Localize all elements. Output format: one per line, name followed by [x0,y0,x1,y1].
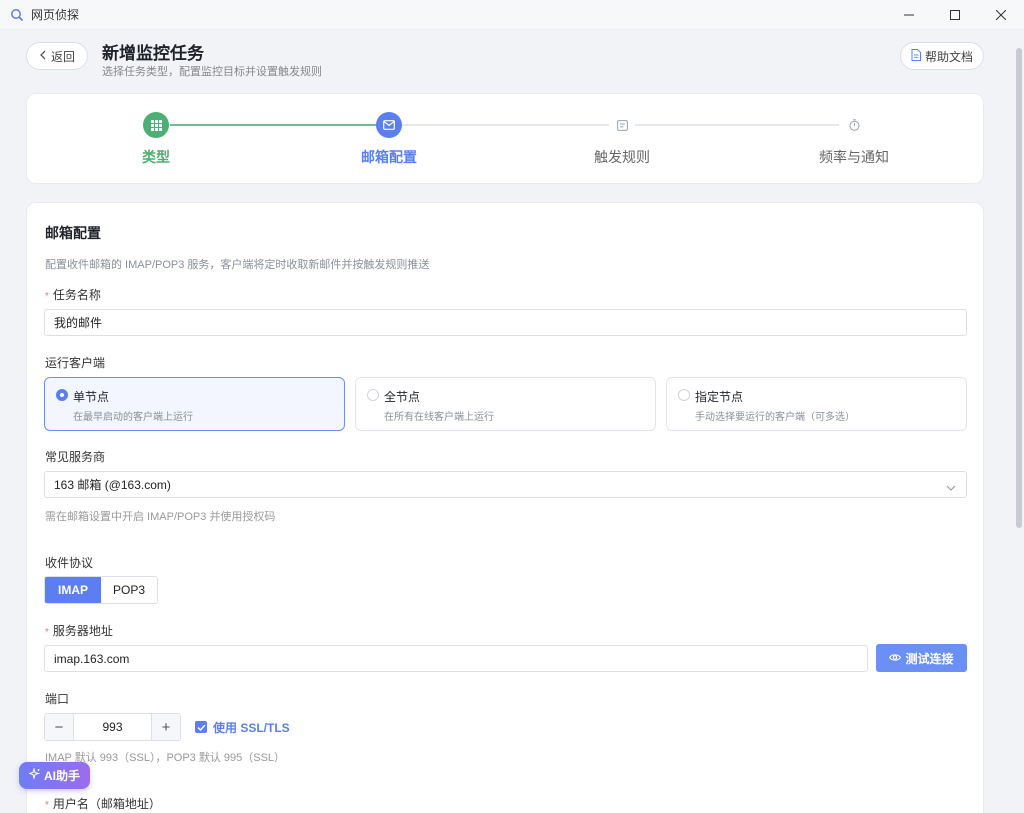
client-option-specified[interactable]: 指定节点 手动选择要运行的客户端（可多选） [666,377,967,431]
step-4-label[interactable]: 频率与通知 [819,147,889,167]
provider-value: 163 邮箱 (@163.com) [54,478,171,492]
app-logo-icon [10,8,24,22]
client-option-desc: 在最早启动的客户端上运行 [73,412,193,423]
provider-label: 常见服务商 [45,450,106,464]
client-label: 运行客户端 [45,356,106,370]
radio-unselected-icon [678,389,690,401]
mail-config-form: 邮箱配置 配置收件邮箱的 IMAP/POP3 服务，客户端将定时收取新邮件并按触… [26,202,984,813]
help-docs-label: 帮助文档 [924,49,973,64]
provider-select[interactable]: 163 邮箱 (@163.com) [44,471,967,498]
username-label: * 用户名（邮箱地址） [45,797,161,811]
radio-selected-icon [56,389,68,401]
section-title: 邮箱配置 [45,225,101,241]
step-1-grid-icon[interactable] [143,112,169,138]
back-button[interactable]: 返回 [26,42,88,70]
document-icon [911,48,921,64]
steps-progress: 类型 邮箱配置 触发规则 频率与通知 [26,93,984,184]
step-connector [635,124,839,126]
client-option-title: 单节点 [73,390,110,404]
title-bar: 网页侦探 [0,0,1024,30]
page-title: 新增监控任务 [102,44,204,63]
client-option-all[interactable]: 全节点 在所有在线客户端上运行 [355,377,656,431]
port-input[interactable]: 993 [73,714,152,740]
test-connection-button[interactable]: 测试连接 [876,644,967,672]
client-option-title: 全节点 [384,390,421,404]
client-option-single[interactable]: 单节点 在最早启动的客户端上运行 [44,377,345,431]
ai-assistant-button[interactable]: AI助手 [19,762,90,789]
step-3-label[interactable]: 触发规则 [594,147,650,167]
server-input[interactable]: imap.163.com [44,645,868,672]
step-2-label[interactable]: 邮箱配置 [361,147,417,167]
ssl-checkbox[interactable] [195,721,207,733]
step-4-timer-icon[interactable] [847,118,861,132]
minimize-button[interactable] [886,0,932,30]
step-2-mail-icon[interactable] [376,112,402,138]
step-3-rule-icon[interactable] [615,118,629,132]
client-option-title: 指定节点 [695,390,744,404]
port-label: 端口 [45,692,70,706]
eye-icon [889,651,902,665]
ssl-label[interactable]: 使用 SSL/TLS [213,719,290,736]
provider-hint: 需在邮箱设置中开启 IMAP/POP3 并使用授权码 [45,511,276,523]
protocol-label: 收件协议 [45,556,94,570]
client-option-desc: 手动选择要运行的客户端（可多选） [695,412,855,423]
close-button[interactable] [978,0,1024,30]
step-connector [402,124,609,126]
protocol-pop3-option[interactable]: POP3 [101,577,157,603]
protocol-toggle: IMAP POP3 [44,576,158,604]
section-description: 配置收件邮箱的 IMAP/POP3 服务，客户端将定时收取新邮件并按触发规则推送 [45,259,430,271]
task-name-label: * 任务名称 [45,288,101,302]
step-connector-done [170,124,389,126]
page-subtitle: 选择任务类型，配置监控目标并设置触发规则 [102,66,322,78]
protocol-imap-option[interactable]: IMAP [45,577,101,603]
client-option-desc: 在所有在线客户端上运行 [384,412,494,423]
vertical-scrollbar[interactable] [1016,48,1022,528]
back-label: 返回 [50,49,75,64]
chevron-left-icon [39,49,47,63]
radio-unselected-icon [367,389,379,401]
increment-button[interactable]: + [152,714,180,740]
app-name: 网页侦探 [31,8,80,22]
step-1-label[interactable]: 类型 [142,147,170,167]
help-docs-button[interactable]: 帮助文档 [900,42,984,70]
decrement-button[interactable]: − [45,714,73,740]
chevron-down-icon [946,481,956,495]
sparkle-icon [27,767,41,783]
task-name-input[interactable]: 我的邮件 [44,309,967,336]
ai-assistant-label: AI助手 [43,769,80,783]
port-stepper: − 993 + [44,713,181,741]
test-connection-label: 测试连接 [905,651,954,666]
maximize-button[interactable] [932,0,978,30]
server-label: * 服务器地址 [45,624,113,638]
